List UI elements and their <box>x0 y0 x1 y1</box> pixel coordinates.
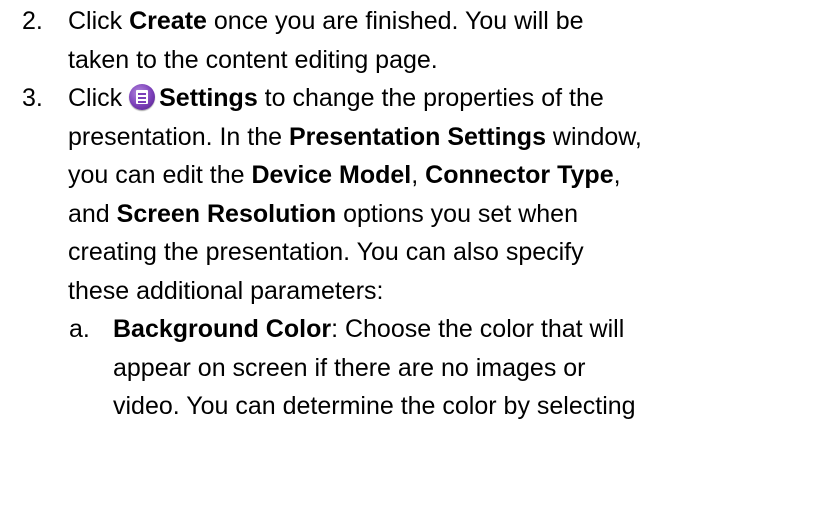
step-text: Click Settings to change the properties … <box>68 79 774 310</box>
presentation-settings-term: Presentation Settings <box>288 122 546 151</box>
text-line: presentation. In the Presentation Settin… <box>68 122 642 151</box>
background-color-term: Background Color <box>113 315 332 343</box>
substep-text: Background Color: Choose the color that … <box>113 310 774 426</box>
create-term: Create <box>129 7 207 35</box>
text-line: appear on screen if there are no images … <box>113 353 586 382</box>
document-page: 2. Click Create once you are finished. Y… <box>0 0 814 519</box>
connector-type-term: Connector Type <box>425 161 614 189</box>
step-number: 2. <box>22 7 43 35</box>
text-line: taken to the content editing page. <box>68 45 438 74</box>
settings-term: Settings <box>159 84 258 112</box>
text-line: video. You can determine the color by se… <box>113 392 636 420</box>
text-line: and Screen Resolution options you set wh… <box>68 199 578 228</box>
text-line: these additional parameters: <box>68 276 384 305</box>
text-line: creating the presentation. You can also … <box>68 238 584 266</box>
screen-resolution-term: Screen Resolution <box>116 199 337 228</box>
step-number: 3. <box>22 84 43 112</box>
text-line: Click Create once you are finished. You … <box>68 7 584 35</box>
step-text: Click Create once you are finished. You … <box>68 2 774 79</box>
text-line: Background Color: Choose the color that … <box>113 315 625 343</box>
settings-icon <box>129 84 156 110</box>
substep-letter: a. <box>69 315 90 343</box>
text-line: Click Settings to change the properties … <box>68 84 604 112</box>
device-model-term: Device Model <box>251 161 412 189</box>
text-line: you can edit the Device Model, Connector… <box>68 161 621 189</box>
